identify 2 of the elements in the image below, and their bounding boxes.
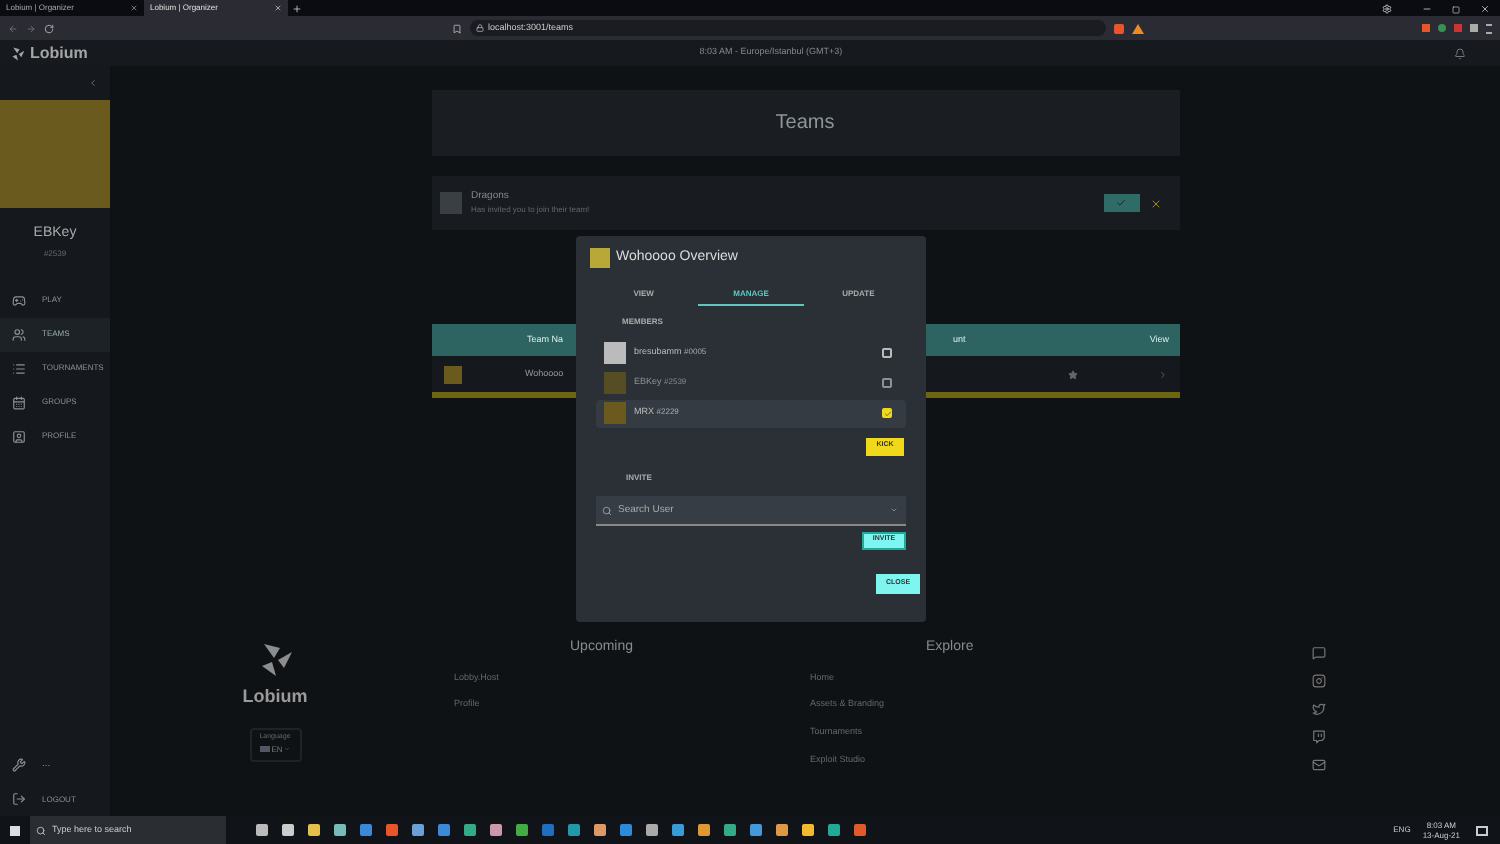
footer-logo-text: Lobium: [242, 684, 308, 710]
page-title: Teams: [775, 110, 835, 138]
